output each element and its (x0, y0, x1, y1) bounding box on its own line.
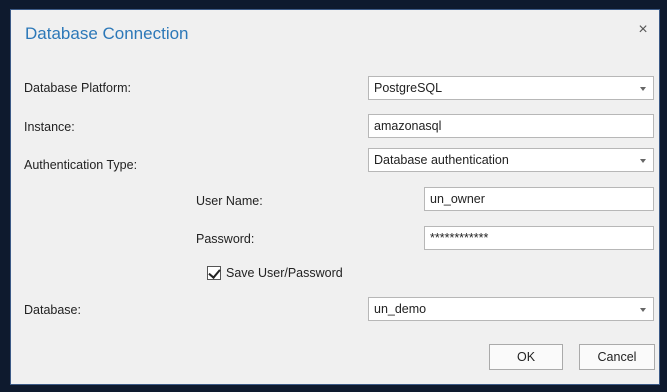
instance-label: Instance: (24, 120, 75, 134)
checkmark-icon (208, 266, 221, 279)
password-input[interactable]: ************ (424, 226, 654, 250)
authentication-type-value: Database authentication (374, 153, 509, 167)
database-platform-select[interactable]: PostgreSQL (368, 76, 654, 100)
authentication-type-label: Authentication Type: (24, 158, 138, 172)
database-label: Database: (24, 303, 81, 317)
database-select[interactable]: un_demo (368, 297, 654, 321)
authentication-type-select[interactable]: Database authentication (368, 148, 654, 172)
instance-input[interactable]: amazonasql (368, 114, 654, 138)
ok-button[interactable]: OK (489, 344, 563, 370)
dialog-title: Database Connection (25, 24, 189, 43)
save-credentials-label[interactable]: Save User/Password (226, 266, 343, 280)
save-credentials-checkbox[interactable] (207, 266, 221, 280)
database-platform-label: Database Platform: (24, 81, 131, 95)
database-connection-dialog: Database Connection × Database Platform:… (10, 9, 660, 385)
password-label: Password: (196, 232, 255, 246)
user-name-value: un_owner (430, 192, 485, 206)
user-name-label: User Name: (196, 194, 263, 208)
password-value: ************ (430, 231, 489, 245)
close-icon[interactable]: × (635, 22, 651, 38)
cancel-button[interactable]: Cancel (579, 344, 655, 370)
user-name-input[interactable]: un_owner (424, 187, 654, 211)
database-value: un_demo (374, 302, 427, 316)
instance-value: amazonasql (374, 119, 442, 133)
database-platform-value: PostgreSQL (374, 81, 443, 95)
